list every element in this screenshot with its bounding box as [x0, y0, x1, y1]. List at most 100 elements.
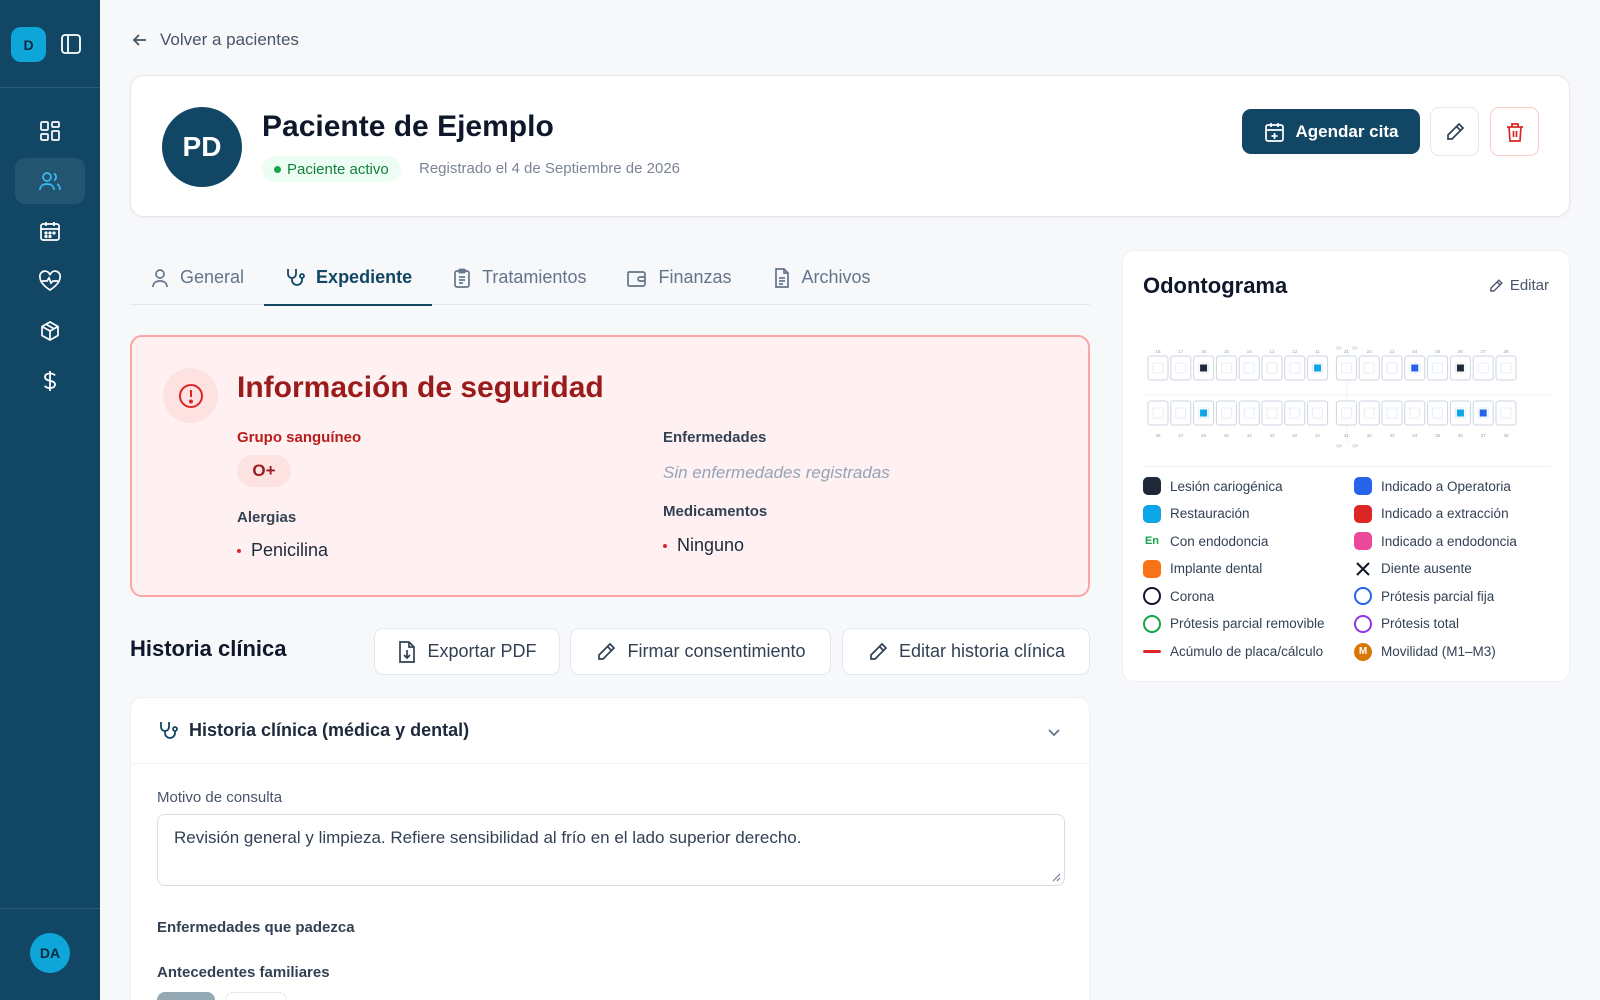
tab-archivos[interactable]: Archivos	[752, 250, 891, 305]
tooth-number: 26	[1458, 349, 1464, 354]
user-icon	[152, 268, 168, 287]
resize-grip-icon[interactable]	[1051, 872, 1061, 882]
tooth-number: 46	[1201, 433, 1207, 438]
schedule-appointment-button[interactable]: Agendar cita	[1242, 109, 1420, 154]
tooth-25[interactable]	[1427, 355, 1449, 381]
stethoscope-icon	[287, 268, 305, 286]
status-badge: Paciente activo	[262, 156, 401, 182]
tooth-31[interactable]	[1335, 400, 1357, 426]
edit-history-button[interactable]: Editar historia clínica	[842, 628, 1090, 675]
tooth-number: 43	[1269, 433, 1275, 438]
tooth-34[interactable]	[1404, 400, 1426, 426]
reason-label: Motivo de consulta	[157, 789, 283, 806]
tooth-21[interactable]	[1335, 355, 1357, 381]
sidebar-item-health[interactable]	[15, 258, 85, 304]
blood-group-badge: O+	[237, 455, 291, 487]
tooth-13[interactable]	[1261, 355, 1283, 381]
dashboard-icon	[40, 121, 60, 141]
tooth-15[interactable]	[1215, 355, 1237, 381]
sidebar-item-calendar[interactable]	[15, 208, 85, 254]
tooth-32[interactable]	[1358, 400, 1380, 426]
tooth-number: 15	[1224, 349, 1230, 354]
sidebar-item-inventory[interactable]	[15, 308, 85, 354]
tooth-18[interactable]	[1147, 355, 1169, 381]
divider	[1143, 466, 1551, 467]
allergies-label: Alergias	[237, 509, 297, 526]
tooth-number: 22	[1367, 349, 1373, 354]
patient-avatar: PD	[162, 107, 242, 187]
tooth-28[interactable]	[1495, 355, 1517, 381]
diseases-label: Enfermedades	[663, 429, 767, 446]
tooth-16[interactable]	[1193, 355, 1215, 381]
tooth-27[interactable]	[1472, 355, 1494, 381]
tooth-45[interactable]	[1215, 400, 1237, 426]
odontogram-edit-label: Editar	[1509, 277, 1549, 294]
accordion-header[interactable]: Historia clínica (médica y dental)	[131, 698, 1089, 764]
tooth-number: 17	[1178, 349, 1184, 354]
legend-swatch	[1354, 477, 1372, 495]
sign-consent-button[interactable]: Firmar consentimiento	[570, 628, 831, 675]
user-avatar[interactable]: DA	[30, 933, 70, 973]
tooth-11[interactable]	[1307, 355, 1329, 381]
tooth-24[interactable]	[1404, 355, 1426, 381]
tooth-42[interactable]	[1284, 400, 1306, 426]
legend-label: Corona	[1170, 588, 1215, 604]
option-pill[interactable]	[157, 992, 215, 1000]
delete-patient-button[interactable]	[1490, 107, 1539, 156]
export-pdf-button[interactable]: Exportar PDF	[374, 628, 560, 675]
tooth-37[interactable]	[1472, 400, 1494, 426]
back-link[interactable]: Volver a pacientes	[130, 30, 299, 50]
tab-general[interactable]: General	[130, 250, 264, 305]
tooth-36[interactable]	[1449, 400, 1471, 426]
legend-label: Prótesis parcial fija	[1381, 588, 1495, 604]
tooth-46[interactable]	[1193, 400, 1215, 426]
registration-date: Registrado el 4 de Septiembre de 2026	[419, 160, 681, 177]
tooth-14[interactable]	[1238, 355, 1260, 381]
sidebar-item-finance[interactable]	[15, 358, 85, 404]
tooth-17[interactable]	[1170, 355, 1192, 381]
edit-patient-button[interactable]	[1430, 107, 1479, 156]
allergy-text: Penicilina	[251, 540, 329, 560]
odontogram-edit-button[interactable]: Editar	[1488, 277, 1549, 294]
sidebar-toggle-icon[interactable]	[60, 33, 82, 55]
tooth-23[interactable]	[1381, 355, 1403, 381]
tooth-number: 11	[1315, 349, 1320, 354]
tooth-41[interactable]	[1307, 400, 1329, 426]
legend-item: Indicado a extracción	[1354, 504, 1563, 523]
tab-finanzas[interactable]: Finanzas	[606, 250, 751, 305]
export-pdf-label: Exportar PDF	[427, 641, 537, 661]
tooth-26[interactable]	[1449, 355, 1471, 381]
app-logo[interactable]: D	[11, 27, 46, 62]
tooth-48[interactable]	[1147, 400, 1169, 426]
tooth-35[interactable]	[1427, 400, 1449, 426]
tooth-38[interactable]	[1495, 400, 1517, 426]
clipboard-icon	[454, 268, 470, 288]
sidebar-item-dashboard[interactable]	[15, 108, 85, 154]
legend-label: Acúmulo de placa/cálculo	[1170, 644, 1324, 660]
sidebar-header: D	[0, 0, 100, 88]
package-icon	[41, 321, 59, 341]
tab-tratamientos[interactable]: Tratamientos	[432, 250, 606, 305]
legend-ring	[1354, 614, 1372, 633]
tooth-22[interactable]	[1358, 355, 1380, 381]
tooth-33[interactable]	[1381, 400, 1403, 426]
tooth-mark-operatory	[1479, 409, 1487, 417]
blood-group-label: Grupo sanguíneo	[237, 429, 362, 446]
tab-expediente[interactable]: Expediente	[264, 250, 433, 306]
quadrant-label: Q1	[1336, 345, 1342, 350]
tooth-12[interactable]	[1284, 355, 1306, 381]
sidebar-item-patients[interactable]	[15, 158, 85, 204]
legend-badge: M	[1354, 642, 1372, 661]
tooth-44[interactable]	[1238, 400, 1260, 426]
option-pill[interactable]	[225, 992, 287, 1000]
tooth-47[interactable]	[1170, 400, 1192, 426]
tooth-43[interactable]	[1261, 400, 1283, 426]
odontogram-chart[interactable]: 18 17 16 15 14 13 12 11 21 22 23 24 25 26 27 28 48 47 46 45…	[1143, 339, 1551, 449]
legend-item: Implante dental	[1143, 559, 1354, 578]
wallet-icon	[627, 270, 647, 287]
reason-textarea[interactable]: Revisión general y limpieza. Refiere sen…	[157, 814, 1065, 886]
legend-item: Indicado a Operatoria	[1354, 477, 1563, 495]
chevron-down-icon	[1048, 729, 1060, 737]
legend-item: M Movilidad (M1–M3)	[1354, 642, 1563, 661]
tooth-number: 33	[1389, 433, 1395, 438]
